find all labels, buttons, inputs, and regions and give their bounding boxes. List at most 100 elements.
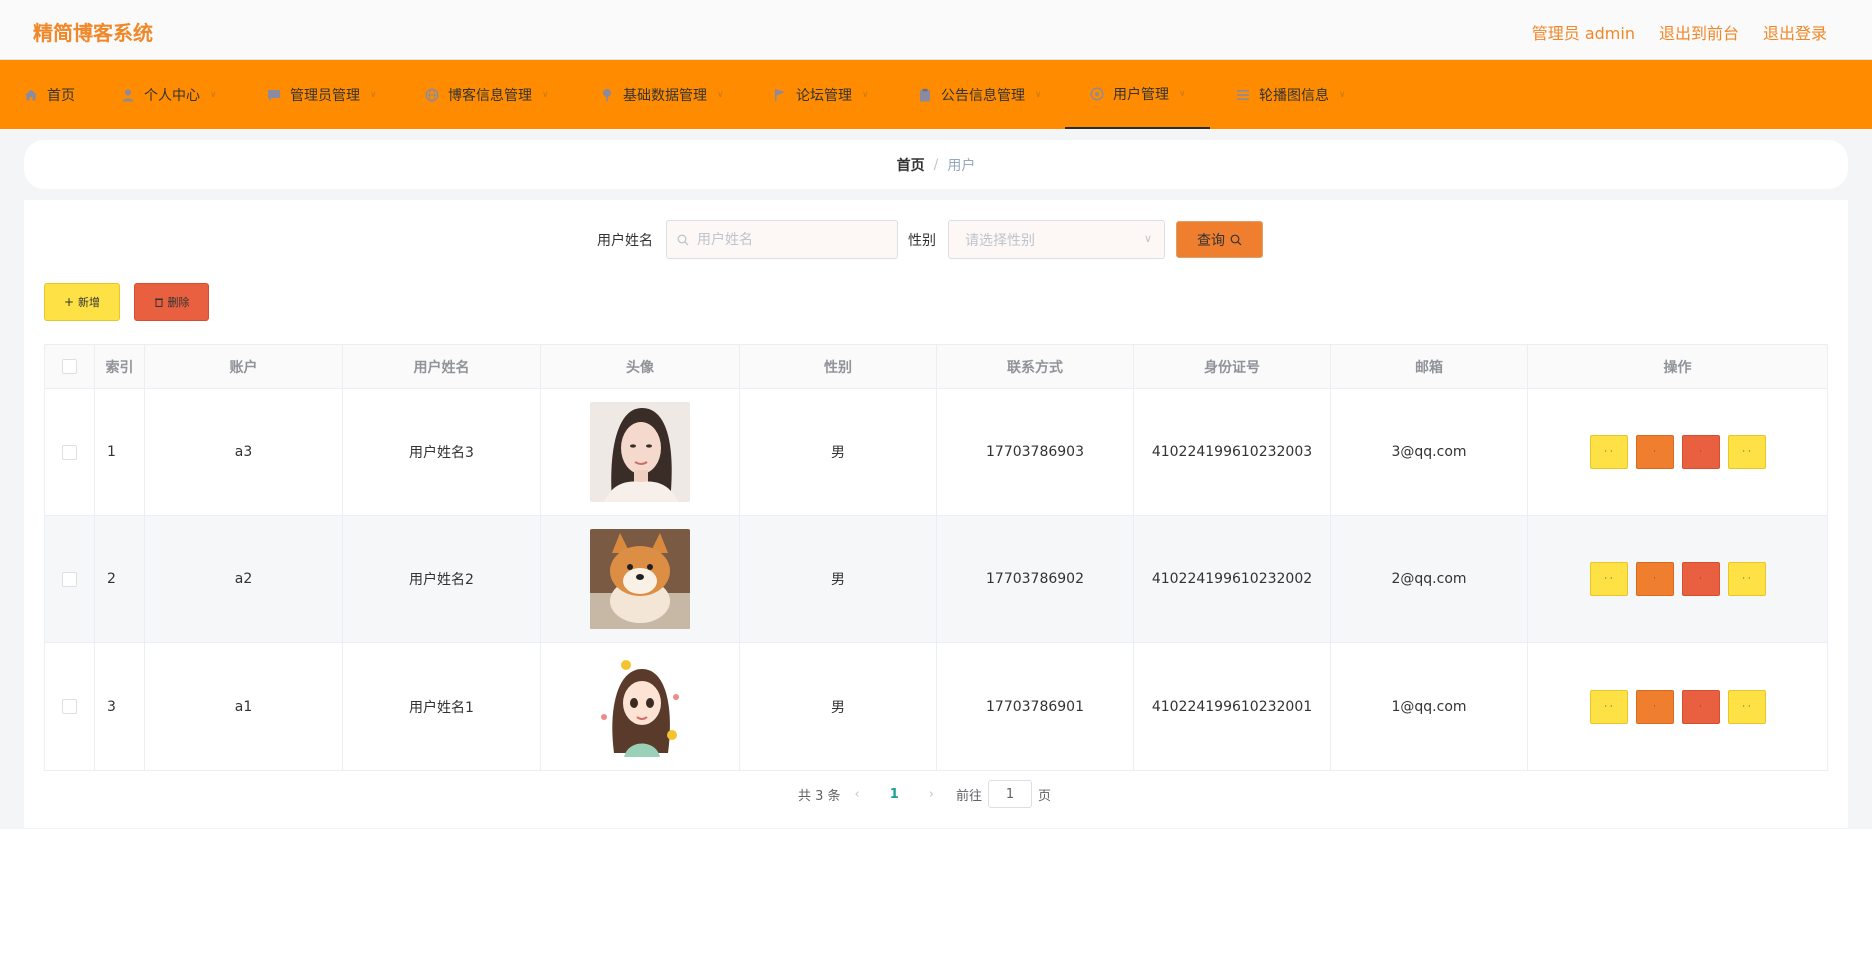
cell-phone: 17703786903 bbox=[937, 389, 1134, 515]
edit-button[interactable]: · bbox=[1635, 435, 1674, 469]
gender-select[interactable]: 请选择性别 ∨ bbox=[948, 220, 1165, 259]
row-checkbox[interactable] bbox=[62, 571, 77, 587]
nav-label: 公告信息管理 bbox=[941, 87, 1025, 104]
column-header: 用户姓名 bbox=[343, 345, 541, 388]
cell-gender: 男 bbox=[740, 643, 937, 770]
avatar-cartoon-girl bbox=[590, 656, 690, 757]
edit-button[interactable]: · bbox=[1635, 689, 1674, 724]
delete-button[interactable]: 删除 bbox=[134, 283, 209, 321]
nav-label: 轮播图信息 bbox=[1259, 87, 1329, 104]
delete-button-label: 删除 bbox=[167, 296, 190, 309]
delete-row-button[interactable]: · bbox=[1681, 689, 1720, 724]
chevron-down-icon: ∨ bbox=[1035, 89, 1042, 100]
chevron-down-icon: ∨ bbox=[370, 89, 377, 100]
trash-icon bbox=[154, 298, 163, 307]
nav-label: 博客信息管理 bbox=[448, 87, 532, 104]
nav-label: 个人中心 bbox=[144, 87, 200, 104]
name-search-label: 用户姓名 bbox=[597, 233, 653, 249]
cell-avatar bbox=[541, 516, 740, 642]
user-icon bbox=[122, 89, 134, 101]
column-header: 性别 bbox=[740, 345, 937, 388]
delete-row-button[interactable]: · bbox=[1681, 562, 1720, 596]
edit-button[interactable]: · bbox=[1635, 562, 1674, 596]
nav-label: 首页 bbox=[47, 87, 75, 104]
pin-icon bbox=[603, 88, 611, 101]
name-search-field[interactable] bbox=[666, 220, 898, 259]
delete-row-button[interactable]: · bbox=[1681, 435, 1720, 469]
table-header: 索引 账户 用户姓名 头像 性别 联系方式 身份证号 邮箱 操作 bbox=[45, 345, 1827, 389]
nav-label: 基础数据管理 bbox=[623, 87, 707, 104]
goto-page-input[interactable] bbox=[988, 780, 1033, 808]
cell-index: 1 bbox=[95, 389, 145, 515]
details-button[interactable]: · · bbox=[1589, 435, 1628, 469]
nav-item-user-management[interactable]: 用户管理 ∨ bbox=[1065, 60, 1210, 129]
nav-label: 管理员管理 bbox=[290, 87, 360, 104]
breadcrumb-current: 用户 bbox=[947, 157, 976, 174]
row-select-cell bbox=[45, 516, 95, 642]
reset-password-button[interactable]: · · bbox=[1727, 562, 1766, 596]
prev-page-icon[interactable]: ‹ bbox=[855, 787, 860, 802]
add-button-label: 新增 bbox=[78, 296, 101, 309]
cell-name: 用户姓名2 bbox=[343, 516, 541, 642]
cell-account: a3 bbox=[145, 389, 343, 515]
avatar-shiba-dog bbox=[590, 529, 690, 629]
row-select-cell bbox=[45, 643, 95, 770]
row-checkbox[interactable] bbox=[62, 699, 77, 714]
chevron-down-icon: ∨ bbox=[542, 89, 549, 100]
nav-item-notice-management[interactable]: 公告信息管理 ∨ bbox=[918, 60, 1042, 129]
app-brand: 精简博客系统 bbox=[33, 21, 153, 45]
cell-gender: 男 bbox=[740, 389, 937, 515]
chevron-down-icon: ∨ bbox=[1339, 89, 1346, 100]
column-header: 头像 bbox=[541, 345, 740, 388]
nav-item-home[interactable]: 首页 bbox=[24, 60, 75, 129]
chevron-down-icon: ∨ bbox=[862, 89, 869, 100]
cell-account: a2 bbox=[145, 516, 343, 642]
page-number-current[interactable]: 1 bbox=[890, 787, 899, 802]
page-suffix: 页 bbox=[1038, 788, 1052, 804]
breadcrumb-home[interactable]: 首页 bbox=[897, 155, 925, 175]
cell-operations: · · · · · · bbox=[1528, 389, 1827, 515]
pagination: 共 3 条 ‹ 1 › 前往 页 bbox=[798, 780, 1051, 808]
cell-operations: · · · · · · bbox=[1528, 516, 1827, 642]
cell-account: a1 bbox=[145, 643, 343, 770]
nav-item-personal-center[interactable]: 个人中心 ∨ bbox=[121, 60, 217, 129]
chevron-down-icon: ∨ bbox=[210, 89, 217, 100]
breadcrumb: 首页 / 用户 bbox=[24, 140, 1848, 189]
nav-item-admin-management[interactable]: 管理员管理 ∨ bbox=[267, 60, 377, 129]
details-button[interactable]: · · bbox=[1589, 689, 1628, 724]
admin-user-link[interactable]: 管理员 admin bbox=[1532, 20, 1635, 44]
chevron-down-icon: ∨ bbox=[1143, 232, 1152, 245]
nav-item-blog-management[interactable]: 博客信息管理 ∨ bbox=[425, 60, 549, 129]
nav-item-base-data-management[interactable]: 基础数据管理 ∨ bbox=[600, 60, 724, 129]
row-checkbox[interactable] bbox=[62, 444, 77, 460]
query-button[interactable]: 查询 bbox=[1176, 221, 1263, 258]
breadcrumb-separator: / bbox=[933, 156, 939, 173]
reset-password-button[interactable]: · · bbox=[1727, 689, 1766, 724]
nav-label: 论坛管理 bbox=[796, 87, 852, 104]
select-all-checkbox[interactable] bbox=[62, 359, 77, 374]
gender-label: 性别 bbox=[908, 233, 936, 249]
add-button[interactable]: + 新增 bbox=[44, 283, 120, 321]
flag-icon bbox=[775, 88, 785, 101]
nav-item-carousel-info[interactable]: 轮播图信息 ∨ bbox=[1236, 60, 1346, 129]
exit-to-frontend-link[interactable]: 退出到前台 bbox=[1659, 20, 1739, 44]
chevron-down-icon: ∨ bbox=[1179, 88, 1186, 99]
nav-item-forum-management[interactable]: 论坛管理 ∨ bbox=[773, 60, 869, 129]
cell-gender: 男 bbox=[740, 516, 937, 642]
name-search-input[interactable] bbox=[695, 230, 879, 249]
reset-password-button[interactable]: · · bbox=[1727, 435, 1766, 469]
details-button[interactable]: · · bbox=[1589, 562, 1628, 596]
nav-label: 用户管理 bbox=[1113, 86, 1169, 103]
total-count: 共 3 条 bbox=[798, 788, 841, 804]
cell-name: 用户姓名1 bbox=[343, 643, 541, 770]
gender-select-placeholder: 请选择性别 bbox=[965, 232, 1035, 249]
cell-email: 1@qq.com bbox=[1331, 643, 1528, 770]
user-table: 索引 账户 用户姓名 头像 性别 联系方式 身份证号 邮箱 操作 1 a3 用户… bbox=[44, 344, 1828, 771]
logout-link[interactable]: 退出登录 bbox=[1763, 20, 1827, 44]
cell-index: 3 bbox=[95, 643, 145, 770]
next-page-icon[interactable]: › bbox=[929, 787, 934, 802]
globe-icon bbox=[425, 87, 439, 102]
search-icon bbox=[677, 234, 689, 245]
cell-id-card: 410224199610232003 bbox=[1134, 389, 1331, 515]
list-icon bbox=[1237, 89, 1249, 100]
